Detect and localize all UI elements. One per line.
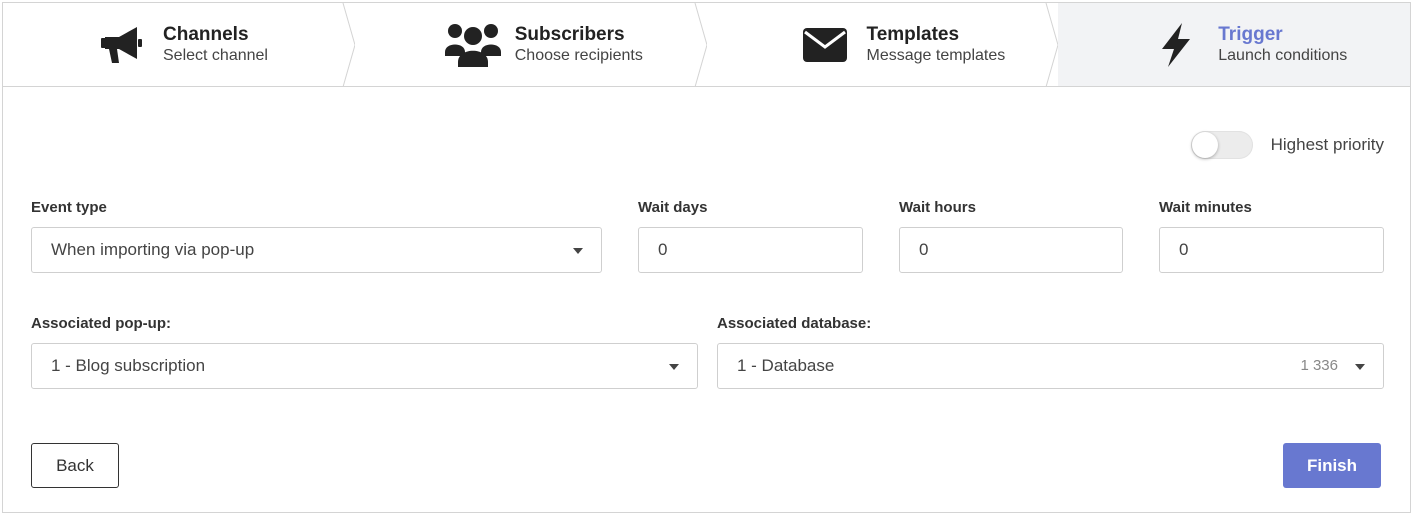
step-channels[interactable]: Channels Select channel bbox=[3, 3, 356, 87]
step-templates[interactable]: Templates Message templates bbox=[706, 3, 1059, 87]
highest-priority-label: Highest priority bbox=[1270, 135, 1384, 154]
step-separator bbox=[342, 3, 356, 87]
step-title: Trigger bbox=[1218, 23, 1283, 45]
step-trigger[interactable]: Trigger Launch conditions bbox=[1058, 3, 1410, 86]
chevron-down-icon bbox=[1355, 364, 1365, 370]
toggle-knob bbox=[1191, 132, 1218, 158]
step-title: Templates bbox=[866, 23, 960, 45]
step-subtitle: Message templates bbox=[866, 46, 1006, 64]
step-subtitle: Choose recipients bbox=[514, 46, 643, 64]
wizard-steps: Channels Select channel Subscribers Choo… bbox=[3, 3, 1410, 87]
wait-hours-value: 0 bbox=[919, 240, 929, 259]
associated-database-value: 1 - Database bbox=[737, 356, 835, 375]
step-subtitle: Select channel bbox=[163, 46, 268, 64]
event-type-select[interactable]: When importing via pop-up bbox=[31, 227, 602, 273]
highest-priority-toggle[interactable] bbox=[1190, 131, 1253, 159]
highest-priority-row: Highest priority bbox=[1190, 131, 1384, 159]
envelope-icon bbox=[797, 21, 853, 69]
trigger-form: Channels Select channel Subscribers Choo… bbox=[2, 2, 1411, 513]
associated-popup-label: Associated pop-up: bbox=[31, 315, 172, 332]
wait-days-value: 0 bbox=[658, 240, 668, 259]
back-button[interactable]: Back bbox=[31, 443, 119, 488]
finish-button[interactable]: Finish bbox=[1283, 443, 1381, 488]
bolt-icon bbox=[1148, 21, 1204, 69]
associated-database-select[interactable]: 1 - Database 1 336 bbox=[717, 343, 1384, 389]
associated-popup-select[interactable]: 1 - Blog subscription bbox=[31, 343, 698, 389]
step-separator bbox=[694, 3, 708, 87]
chevron-down-icon bbox=[573, 248, 583, 254]
wait-minutes-input[interactable]: 0 bbox=[1159, 227, 1384, 273]
step-title: Channels bbox=[163, 23, 249, 45]
wait-minutes-label: Wait minutes bbox=[1159, 199, 1252, 216]
users-icon bbox=[444, 21, 501, 69]
wait-minutes-value: 0 bbox=[1179, 240, 1189, 259]
wait-days-input[interactable]: 0 bbox=[638, 227, 863, 273]
associated-database-label: Associated database: bbox=[717, 315, 872, 332]
wait-hours-input[interactable]: 0 bbox=[899, 227, 1123, 273]
event-type-value: When importing via pop-up bbox=[51, 240, 255, 259]
subscriber-count: 1 336 bbox=[1300, 357, 1338, 374]
step-subtitle: Launch conditions bbox=[1218, 46, 1348, 64]
chevron-down-icon bbox=[669, 364, 679, 370]
megaphone-icon bbox=[93, 21, 149, 69]
wait-hours-label: Wait hours bbox=[899, 199, 976, 216]
step-subscribers[interactable]: Subscribers Choose recipients bbox=[354, 3, 708, 87]
step-title: Subscribers bbox=[514, 23, 625, 45]
event-type-label: Event type bbox=[31, 199, 107, 216]
wait-days-label: Wait days bbox=[638, 199, 708, 216]
step-separator bbox=[1045, 3, 1059, 87]
associated-popup-value: 1 - Blog subscription bbox=[51, 356, 206, 375]
